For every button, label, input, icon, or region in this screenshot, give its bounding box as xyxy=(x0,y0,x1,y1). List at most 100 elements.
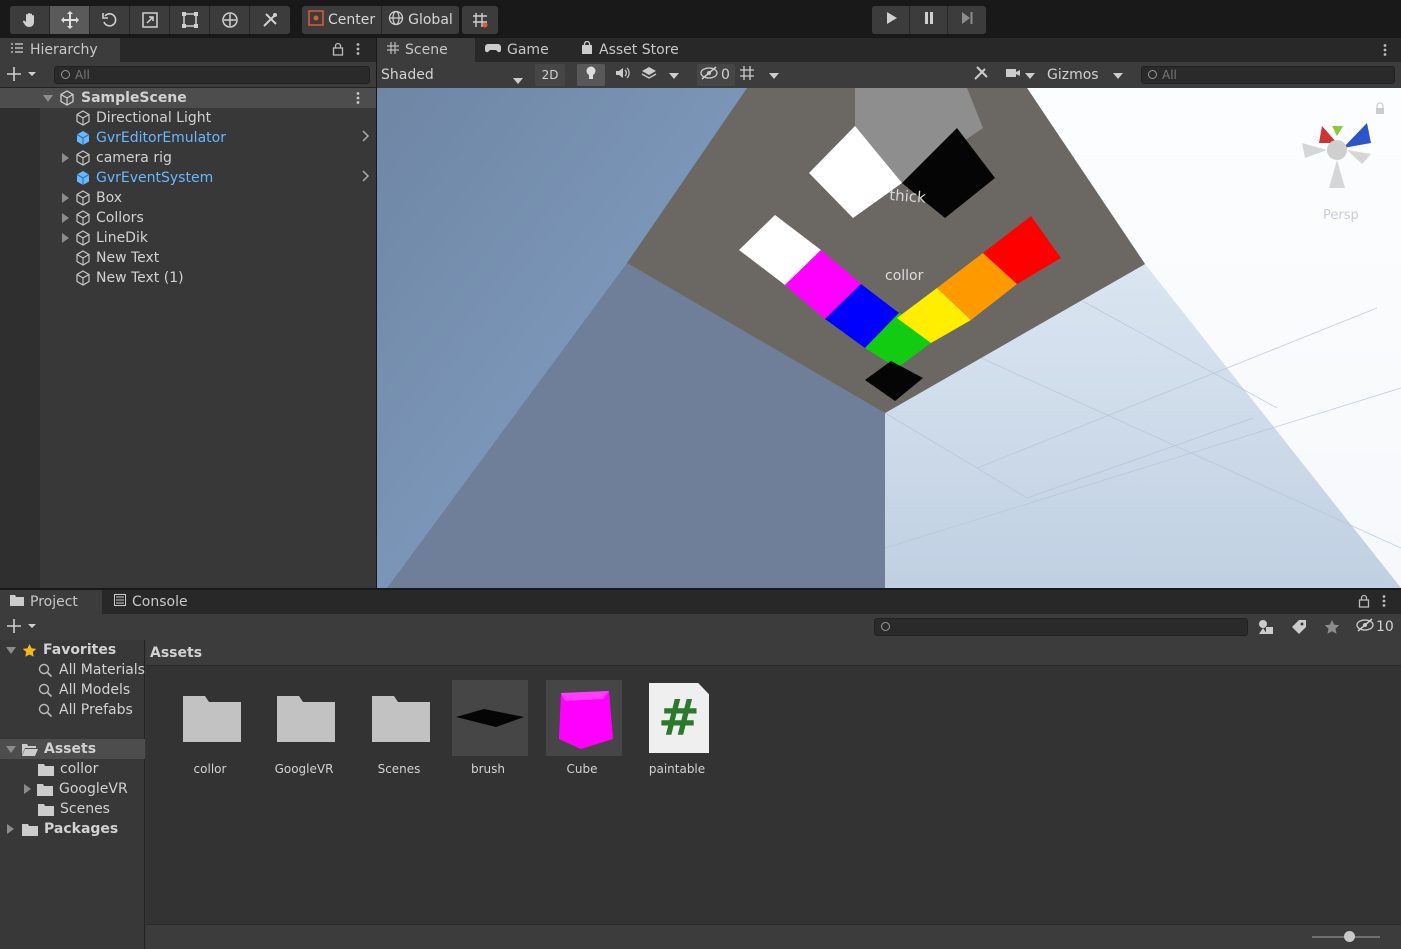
unity-scene-icon xyxy=(59,90,75,106)
gizmos-label: Gizmos xyxy=(1047,67,1099,83)
globe-icon xyxy=(388,10,404,30)
hierarchy-tree: SampleScene Directional Light GvrEditorEm… xyxy=(0,88,376,588)
folder-collor[interactable]: collor xyxy=(0,759,145,779)
breadcrumb-assets[interactable]: Assets xyxy=(150,645,202,661)
pivot-space-button[interactable]: Global xyxy=(382,6,459,34)
pivot-mode-button[interactable]: Center xyxy=(302,6,383,34)
shading-mode-dropdown[interactable]: Shaded xyxy=(381,64,529,86)
hierarchy-item[interactable]: Directional Light xyxy=(0,108,376,128)
expand-arrow-icon[interactable] xyxy=(62,153,69,163)
asset-item-paintable[interactable]: # paintable xyxy=(637,680,717,780)
hidden-packages-toggle[interactable]: 10 xyxy=(1356,618,1394,636)
hidden-objects-toggle[interactable]: 0 xyxy=(697,64,735,86)
expand-arrow-icon[interactable] xyxy=(62,193,69,203)
hierarchy-item[interactable]: GvrEditorEmulator xyxy=(0,128,376,148)
scene-kebab-icon[interactable] xyxy=(355,91,361,109)
hierarchy-item[interactable]: New Text xyxy=(0,248,376,268)
expand-arrow-icon[interactable] xyxy=(6,646,16,654)
csharp-script-icon: # xyxy=(641,680,717,756)
hierarchy-item[interactable]: GvrEventSystem xyxy=(0,168,376,188)
hierarchy-item[interactable]: camera rig xyxy=(0,148,376,168)
expand-arrow-icon[interactable] xyxy=(62,213,69,223)
folder-scenes[interactable]: Scenes xyxy=(0,799,145,819)
tab-project[interactable]: Project xyxy=(0,590,102,614)
asset-item-brush[interactable]: brush xyxy=(448,680,528,780)
rect-tool-icon[interactable] xyxy=(170,6,210,34)
create-asset-button[interactable] xyxy=(6,618,40,638)
chevron-down-icon xyxy=(669,67,679,83)
grid-dropdown[interactable] xyxy=(739,64,787,86)
toggle-2d-button[interactable]: 2D xyxy=(535,64,565,86)
scene-search-input[interactable]: All xyxy=(1141,66,1395,84)
step-button[interactable] xyxy=(948,6,986,34)
add-object-button[interactable] xyxy=(6,66,40,86)
camera-settings-dropdown[interactable] xyxy=(1005,64,1041,86)
hierarchy-item-label: LineDik xyxy=(96,230,148,246)
tab-scene[interactable]: Scene xyxy=(377,38,475,62)
asset-item-collor[interactable]: collor xyxy=(170,680,250,780)
folder-googlevr[interactable]: GoogleVR xyxy=(0,779,145,799)
lock-icon[interactable] xyxy=(332,42,344,60)
asset-item-cube[interactable]: Cube xyxy=(542,680,622,780)
move-icon[interactable] xyxy=(50,6,90,34)
tab-game[interactable]: Game xyxy=(475,38,569,62)
custom-tool-icon[interactable] xyxy=(250,6,290,34)
tab-console[interactable]: Console xyxy=(104,590,204,614)
transform-icon[interactable] xyxy=(210,6,250,34)
chevron-right-icon[interactable] xyxy=(362,170,370,186)
gamepad-icon xyxy=(484,42,502,58)
chevron-down-icon xyxy=(1025,67,1035,83)
chevron-right-icon[interactable] xyxy=(362,130,370,146)
kebab-menu-icon[interactable] xyxy=(1381,594,1387,612)
audio-toggle[interactable] xyxy=(609,64,637,86)
gizmos-dropdown[interactable]: Gizmos xyxy=(1047,64,1133,86)
expand-arrow-icon[interactable] xyxy=(24,784,31,794)
hierarchy-item[interactable]: Box xyxy=(0,188,376,208)
favorite-all-models[interactable]: All Models xyxy=(0,680,145,700)
asset-item-scenes[interactable]: Scenes xyxy=(359,680,439,780)
lighting-toggle[interactable] xyxy=(577,64,605,86)
expand-arrow-icon[interactable] xyxy=(6,745,16,753)
hierarchy-item[interactable]: Collors xyxy=(0,208,376,228)
play-button[interactable] xyxy=(872,6,910,34)
tab-project-label: Project xyxy=(30,594,78,610)
favorite-all-materials[interactable]: All Materials xyxy=(0,660,145,680)
pause-button[interactable] xyxy=(910,6,948,34)
tab-asset-store[interactable]: Asset Store xyxy=(571,38,701,62)
hierarchy-search-input[interactable]: All xyxy=(54,66,370,84)
hierarchy-item[interactable]: New Text (1) xyxy=(0,268,376,288)
packages-folder-row[interactable]: Packages xyxy=(0,819,145,839)
tools-button[interactable] xyxy=(973,64,993,86)
tab-hierarchy[interactable]: Hierarchy xyxy=(0,38,120,62)
project-panel: Project Console 10 Favorites All Materia… xyxy=(0,590,1401,949)
scale-icon[interactable] xyxy=(130,6,170,34)
expand-arrow-icon[interactable] xyxy=(62,233,69,243)
favorite-all-prefabs[interactable]: All Prefabs xyxy=(0,700,145,720)
assets-label: Assets xyxy=(44,741,97,757)
favorites-row[interactable]: Favorites xyxy=(0,640,145,660)
kebab-menu-icon[interactable] xyxy=(355,42,361,60)
scene-viewport[interactable]: thick collor Persp xyxy=(377,88,1401,588)
hierarchy-item-label: Directional Light xyxy=(96,110,212,126)
project-toolbar: 10 xyxy=(0,614,1401,640)
hand-icon[interactable] xyxy=(10,6,50,34)
scene-kebab-icon[interactable] xyxy=(1382,43,1388,61)
mesh-thumbnail xyxy=(452,680,528,756)
lock-icon[interactable] xyxy=(1358,594,1370,612)
expand-arrow-icon[interactable] xyxy=(43,94,53,102)
effects-dropdown[interactable] xyxy=(641,64,689,86)
filter-by-label-icon[interactable] xyxy=(1291,619,1307,639)
hierarchy-tabbar: Hierarchy xyxy=(0,38,376,62)
grid-snap-icon[interactable] xyxy=(462,6,498,34)
scene-row[interactable]: SampleScene xyxy=(0,88,376,108)
expand-arrow-icon[interactable] xyxy=(7,824,14,834)
search-icon xyxy=(38,683,53,698)
hierarchy-item[interactable]: LineDik xyxy=(0,228,376,248)
zoom-slider-thumb[interactable] xyxy=(1344,931,1356,942)
star-icon[interactable] xyxy=(1324,619,1340,639)
rotate-icon[interactable] xyxy=(90,6,130,34)
filter-by-type-icon[interactable] xyxy=(1258,619,1274,639)
project-search-input[interactable] xyxy=(874,618,1248,636)
assets-folder-row[interactable]: Assets xyxy=(0,739,145,759)
asset-item-googlevr[interactable]: GoogleVR xyxy=(264,680,344,780)
